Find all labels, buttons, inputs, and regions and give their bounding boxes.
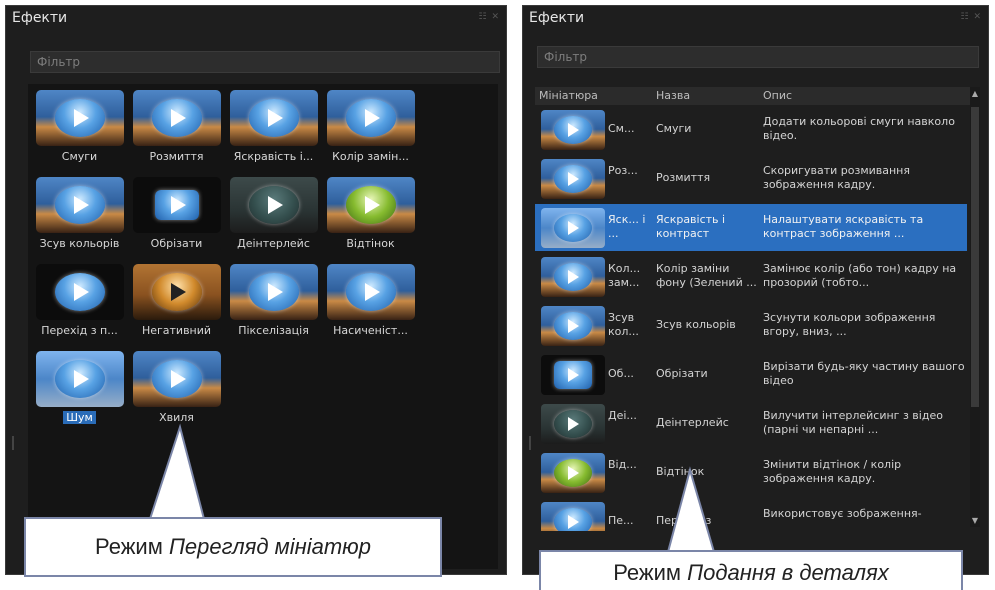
callout-prefix: Режим xyxy=(613,560,688,585)
callout-prefix: Режим xyxy=(95,534,169,559)
left-callout-pointer xyxy=(148,423,206,520)
callout-mode-name: Подання в деталях xyxy=(687,560,889,585)
right-callout-pointer xyxy=(666,466,716,553)
callout-details-mode: Режим Подання в деталях xyxy=(539,550,963,590)
callout-pointers xyxy=(148,423,716,553)
callout-thumbnail-mode: Режим Перегляд мініатюр xyxy=(24,517,442,577)
callout-mode-name: Перегляд мініатюр xyxy=(168,534,371,559)
